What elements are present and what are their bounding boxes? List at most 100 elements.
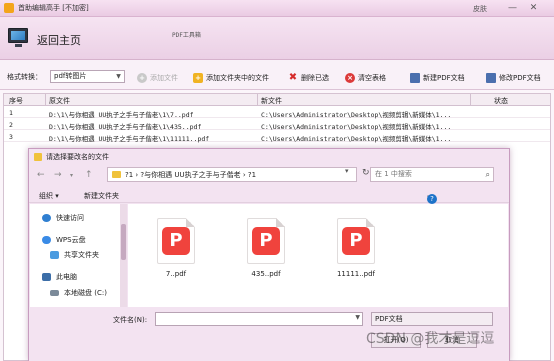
clear-table-button[interactable]: × 清空表格 (345, 72, 386, 83)
star-icon (42, 214, 51, 222)
chevron-down-icon: ▼ (116, 73, 121, 80)
table-row[interactable]: 3 D:\1\与你相遇 UU执子之手与子偕老\1\11111..pdf C:\U… (4, 131, 550, 143)
delete-selected-label: 删除已选 (301, 73, 329, 82)
nav-item-label: 此电脑 (56, 273, 77, 281)
organize-button[interactable]: 组织 ▾ (39, 191, 59, 201)
add-file-button[interactable]: + 添加文件 (137, 72, 178, 83)
format-select-value: pdf转图片 (54, 72, 87, 80)
edit-pdf-button[interactable]: 修改PDF文档 (486, 72, 541, 83)
file-item[interactable]: P 7..pdf (146, 218, 206, 278)
scroll-thumb[interactable] (121, 224, 126, 260)
column-divider (470, 94, 471, 106)
edit-pdf-label: 修改PDF文档 (499, 73, 541, 82)
edit-doc-icon (486, 72, 496, 83)
column-header-source[interactable]: 原文件 (49, 96, 70, 106)
file-item[interactable]: P 11111..pdf (326, 218, 386, 278)
app-logo-icon (4, 3, 14, 13)
filename-input[interactable]: ▼ (155, 312, 363, 326)
row-index: 3 (9, 133, 13, 141)
share-icon (50, 251, 59, 259)
delete-icon: ✖ (288, 71, 298, 83)
delete-selected-button[interactable]: ✖ 删除已选 (288, 72, 329, 83)
nav-item-quick-access[interactable]: 快速访问 (42, 213, 84, 223)
column-header-index[interactable]: 序号 (9, 96, 23, 106)
navigation-pane: 快速访问 WPS云盘 共享文件夹 此电脑 本地磁盘 (C:) (30, 204, 122, 307)
address-path-text: ?1 › ?与你相遇 UU执子之手与子偕老 › ?1 (125, 170, 257, 179)
file-name: 11111..pdf (336, 270, 376, 278)
clear-table-label: 清空表格 (358, 73, 386, 82)
address-path[interactable]: ?1 › ?与你相遇 UU执子之手与子偕老 › ?1 (107, 167, 357, 182)
folder-plus-icon: + (193, 72, 203, 83)
search-input[interactable]: 在 1 中搜索 ⌕ (370, 167, 494, 182)
row-source: D:\1\与你相遇 UU执子之手与子偕老\1\11111..pdf (49, 135, 210, 143)
column-divider (45, 94, 46, 106)
monitor-icon[interactable] (8, 28, 28, 47)
clear-icon: × (345, 72, 355, 83)
refresh-icon[interactable]: ↻ (362, 168, 370, 178)
chevron-down-icon[interactable]: ▼ (355, 314, 360, 321)
folder-icon (34, 153, 42, 161)
new-pdf-button[interactable]: 新建PDF文档 (410, 72, 465, 83)
row-target: C:\Users\Administrator\Desktop\视频剪辑\新媒体\… (261, 123, 452, 131)
plus-icon: + (137, 72, 147, 83)
drive-icon (50, 290, 59, 296)
pdf-file-icon: P (157, 218, 195, 264)
new-folder-button[interactable]: 新建文件夹 (84, 191, 119, 201)
header-bar: 返回主页 PDF工具箱 (0, 17, 554, 60)
table-row[interactable]: 2 D:\1\与你相遇 UU执子之手与子偕老\1\435..pdf C:\Use… (4, 119, 550, 131)
nav-item-label: WPS云盘 (56, 236, 86, 244)
pdf-file-icon: P (337, 218, 375, 264)
minimize-button[interactable]: — (506, 2, 519, 14)
folder-icon (112, 171, 121, 178)
nav-item-shared-folder[interactable]: 共享文件夹 (50, 250, 99, 260)
file-type-select[interactable]: PDF文档 (371, 312, 493, 326)
up-arrow-icon[interactable]: ↑ (85, 170, 93, 180)
action-toolbar: 格式转换： pdf转图片 ▼ + 添加文件 + 添加文件夹中的文件 ✖ 删除已选… (0, 60, 554, 90)
nav-scrollbar[interactable] (120, 204, 127, 307)
search-placeholder: 在 1 中搜索 (375, 170, 412, 178)
format-label: 格式转换： (7, 73, 42, 81)
add-file-label: 添加文件 (150, 73, 178, 82)
chevron-down-icon[interactable]: ▾ (70, 172, 73, 179)
address-bar: ← → ▾ ↑ ?1 › ?与你相遇 UU执子之手与子偕老 › ?1 ▾ ↻ 在… (29, 165, 509, 185)
nav-item-label: 共享文件夹 (64, 251, 99, 259)
computer-icon (42, 273, 51, 281)
format-select[interactable]: pdf转图片 ▼ (50, 70, 125, 83)
title-bar: 首助编辑高手 [不加密] (0, 0, 554, 17)
row-index: 1 (9, 109, 13, 117)
app-title: 首助编辑高手 [不加密] (18, 4, 89, 12)
pdf-file-icon: P (247, 218, 285, 264)
forward-arrow-icon[interactable]: → (54, 170, 62, 180)
nav-item-label: 本地磁盘 (C:) (64, 289, 107, 297)
column-header-target[interactable]: 新文件 (261, 96, 282, 106)
new-doc-icon (410, 72, 420, 83)
table-row[interactable]: 1 D:\1\与你相遇 UU执子之手与子偕老\1\7..pdf C:\Users… (4, 107, 550, 119)
add-folder-label: 添加文件夹中的文件 (206, 73, 269, 82)
cloud-icon (42, 236, 51, 244)
help-icon[interactable]: ? (427, 194, 437, 204)
nav-item-wps-cloud[interactable]: WPS云盘 (42, 235, 86, 245)
column-header-status[interactable]: 状态 (494, 96, 508, 106)
column-divider (257, 94, 258, 106)
row-target: C:\Users\Administrator\Desktop\视频剪辑\新媒体\… (261, 135, 452, 143)
home-button[interactable]: 返回主页 (37, 32, 81, 48)
row-source: D:\1\与你相遇 UU执子之手与子偕老\1\435..pdf (49, 123, 202, 131)
files-pane: P 7..pdf P 435..pdf P 11111..pdf (128, 204, 508, 307)
back-arrow-icon[interactable]: ← (37, 170, 45, 180)
file-name: 7..pdf (165, 270, 187, 278)
file-item[interactable]: P 435..pdf (236, 218, 296, 278)
nav-item-label: 快速访问 (56, 214, 84, 222)
add-folder-button[interactable]: + 添加文件夹中的文件 (193, 72, 269, 83)
nav-item-local-disk-c[interactable]: 本地磁盘 (C:) (50, 288, 107, 298)
new-pdf-label: 新建PDF文档 (423, 73, 465, 82)
dialog-toolbar: 组织 ▾ 新建文件夹 ▤ ▯ ? (29, 187, 509, 204)
skin-button[interactable]: 皮肤 (473, 4, 487, 14)
tool-name: PDF工具箱 (172, 32, 201, 39)
table-header: 序号 原文件 新文件 状态 (4, 94, 550, 106)
chevron-down-icon[interactable]: ▾ (345, 167, 349, 175)
close-button[interactable]: ✕ (527, 2, 540, 14)
row-index: 2 (9, 121, 13, 129)
search-icon: ⌕ (485, 170, 490, 179)
dialog-title: 请选择要改名的文件 (46, 153, 109, 161)
nav-item-this-pc[interactable]: 此电脑 (42, 272, 77, 282)
